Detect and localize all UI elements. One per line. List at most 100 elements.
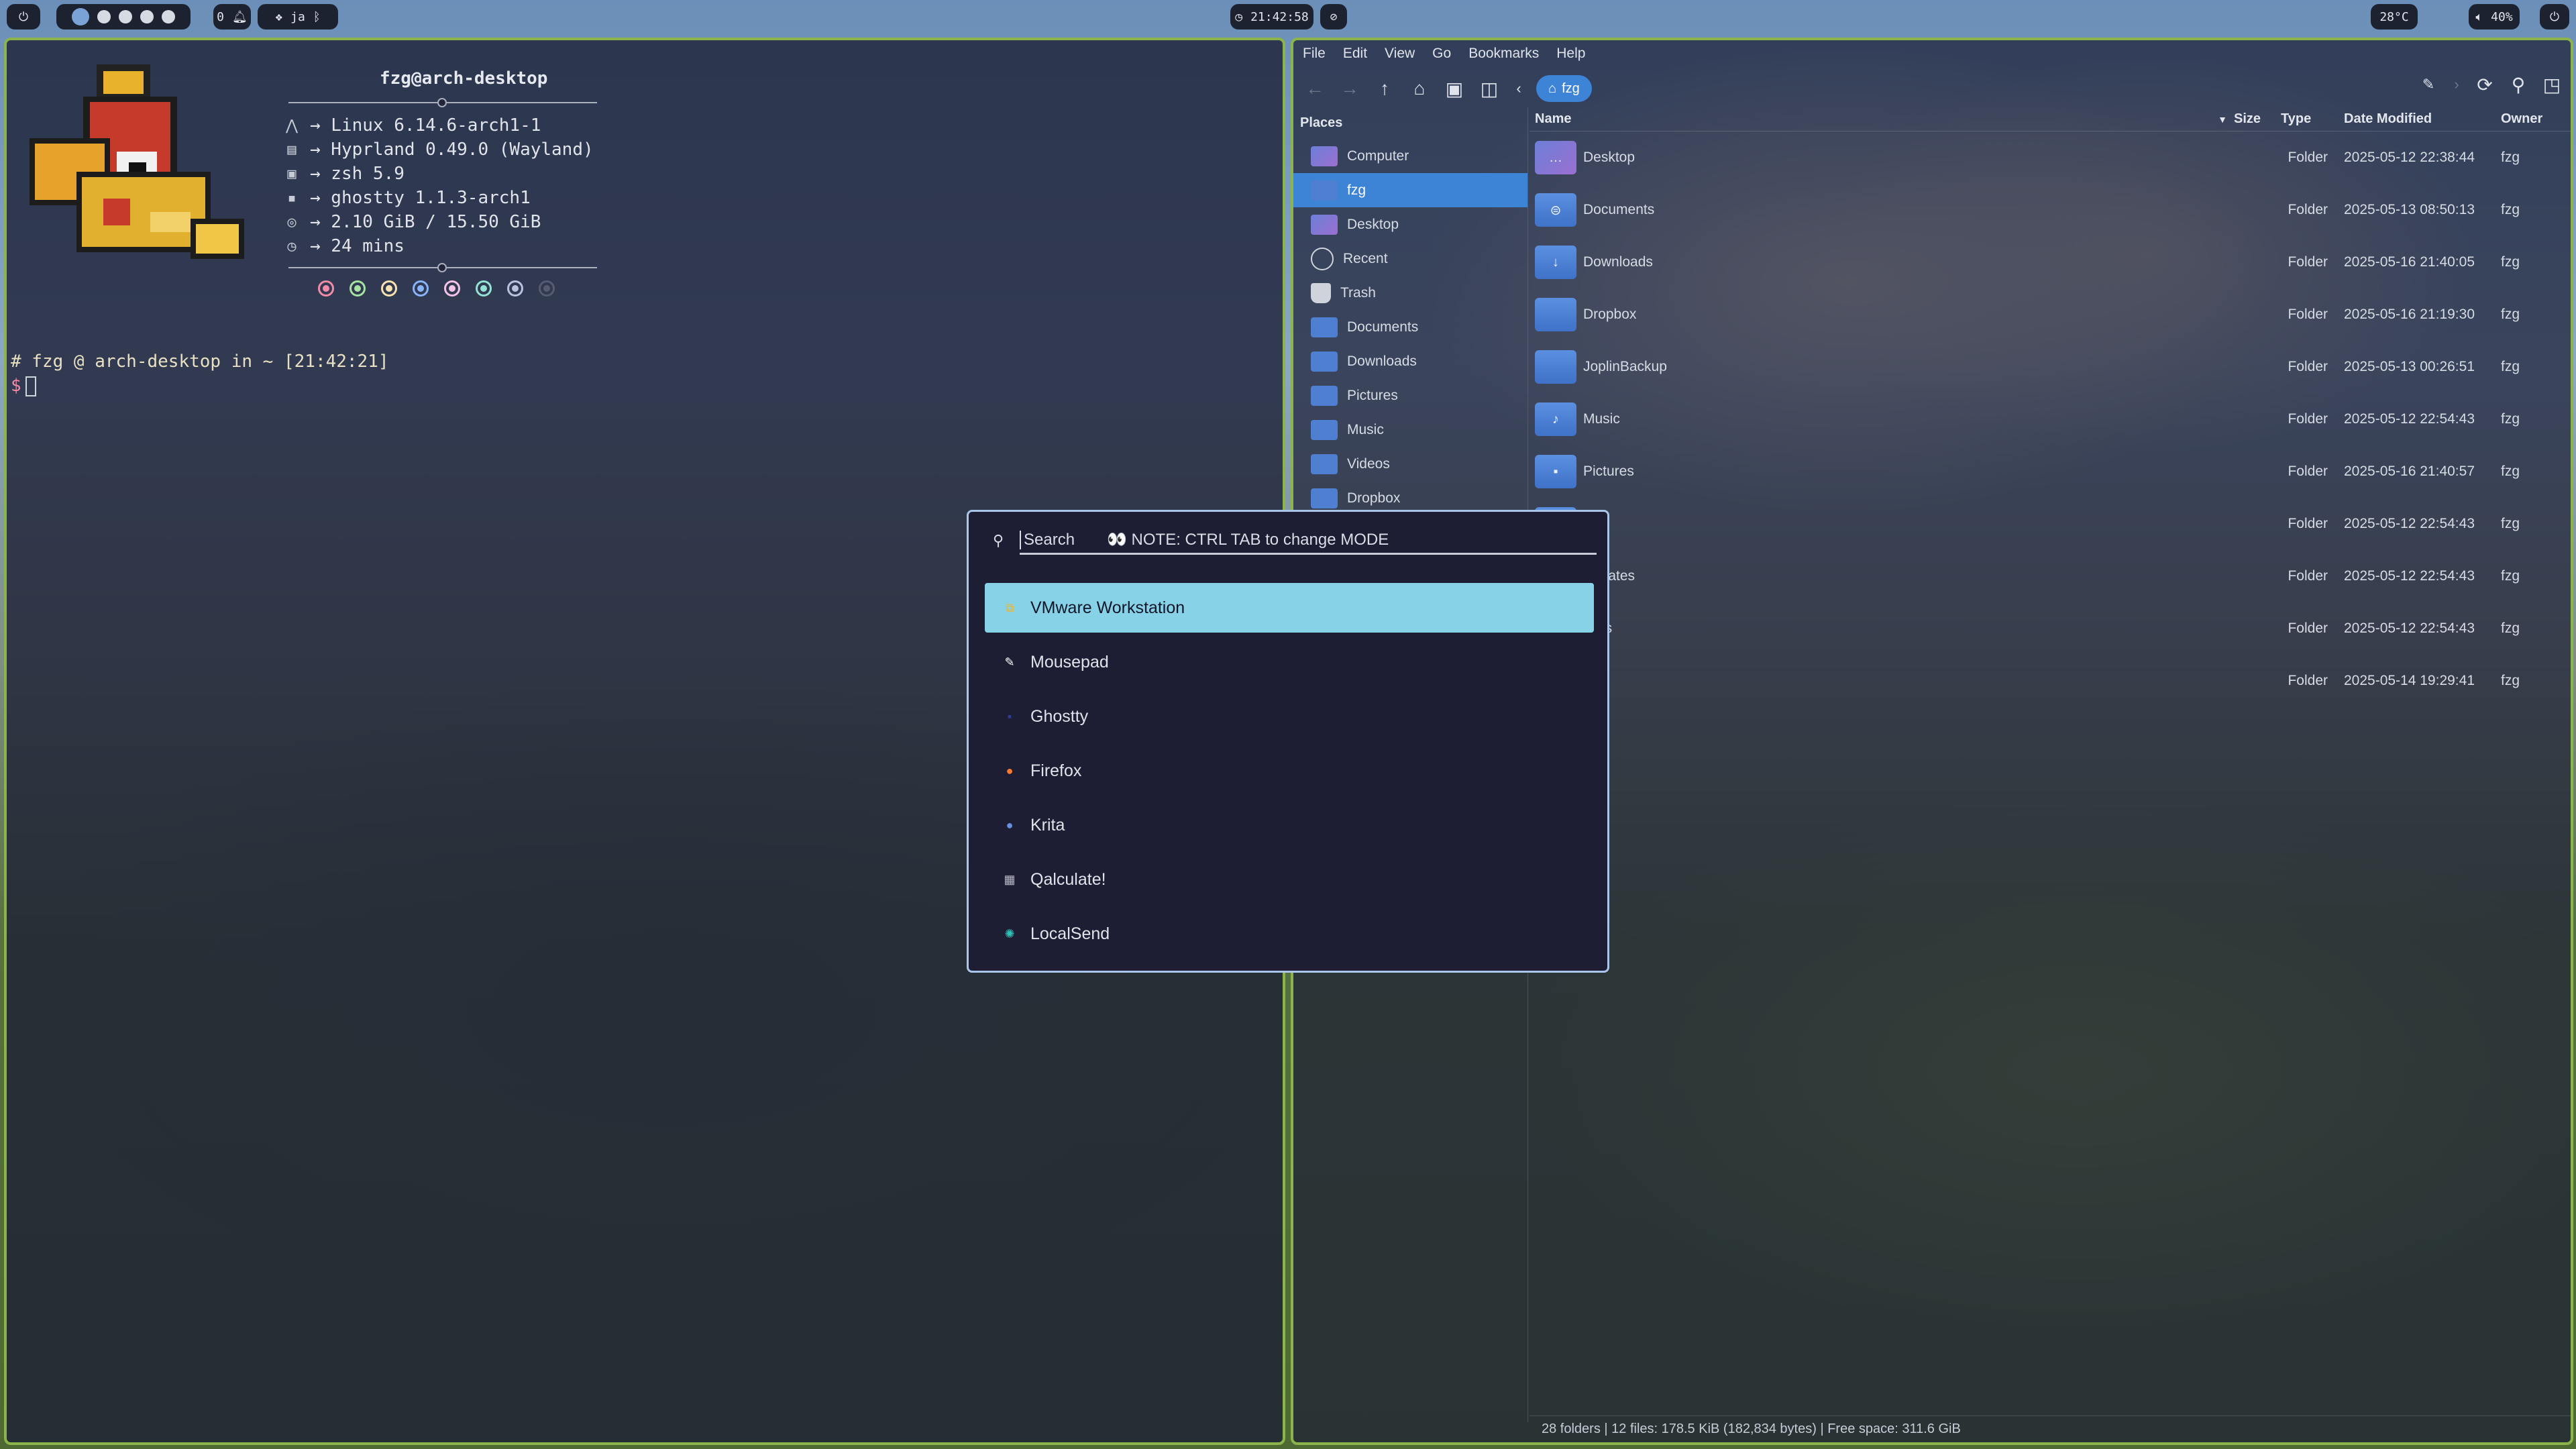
split-view-icon[interactable]: ◫ xyxy=(1477,76,1501,101)
neofetch-title: fzg@arch-desktop xyxy=(380,68,548,89)
column-size[interactable]: Size xyxy=(2234,111,2274,127)
chevron-right-icon[interactable]: › xyxy=(2450,72,2463,97)
menu-file[interactable]: File xyxy=(1303,46,1326,62)
info-terminal: ▪ → ghostty 1.1.3-arch1 xyxy=(283,188,530,208)
place-label: Videos xyxy=(1347,455,1390,472)
column-date[interactable]: Date Modified xyxy=(2334,111,2496,127)
place-item-pictures[interactable]: Pictures xyxy=(1293,378,1527,413)
column-owner[interactable]: Owner xyxy=(2496,111,2549,127)
menu-go[interactable]: Go xyxy=(1432,46,1451,62)
place-item-trash[interactable]: Trash xyxy=(1293,276,1527,310)
place-label: Dropbox xyxy=(1347,490,1401,506)
place-item-fzg[interactable]: fzg xyxy=(1293,173,1527,207)
launcher-item-firefox[interactable]: ● Firefox xyxy=(985,746,1594,796)
search-icon[interactable]: ⚲ xyxy=(2506,72,2530,97)
workspace-5[interactable] xyxy=(162,10,175,23)
file-row[interactable]: …icFolder2025-05-12 22:54:43fzg xyxy=(1529,498,2571,550)
file-row[interactable]: ⊜ Documents Folder 2025-05-13 08:50:13 fzg xyxy=(1529,184,2571,236)
chevron-left-icon[interactable]: ‹ xyxy=(1512,76,1525,101)
launcher-item-ghostty[interactable]: ▪ Ghostty xyxy=(985,692,1594,741)
power-button[interactable]: ⏻ xyxy=(2540,4,2569,30)
launcher-item-krita[interactable]: ● Krita xyxy=(985,800,1594,850)
file-row[interactable]: Dropbox Folder 2025-05-16 21:19:30 fzg xyxy=(1529,288,2571,341)
workspace-3[interactable] xyxy=(119,10,132,23)
computer-icon xyxy=(1311,146,1338,166)
bluetooth-icon[interactable]: ᛒ xyxy=(313,10,321,24)
volume[interactable]: 🔈︎ 40% xyxy=(2469,4,2520,30)
menu-bookmarks[interactable]: Bookmarks xyxy=(1468,46,1539,62)
file-date: 2025-05-12 22:54:43 xyxy=(2344,516,2475,531)
forward-arrow-icon[interactable]: → xyxy=(1338,76,1362,101)
menu-view[interactable]: View xyxy=(1385,46,1415,62)
reload-icon[interactable]: ⟳ xyxy=(2473,72,2497,97)
home-icon[interactable]: ⌂ xyxy=(1407,76,1432,101)
file-row[interactable]: ▪ Pictures Folder 2025-05-16 21:40:57 fzg xyxy=(1529,445,2571,498)
edit-path-icon[interactable]: ✎ xyxy=(2416,72,2440,97)
launcher-item-vmware-workstation[interactable]: ⧉ VMware Workstation xyxy=(985,583,1594,633)
file-date: 2025-05-12 22:38:44 xyxy=(2344,150,2475,165)
file-row[interactable]: …platesFolder2025-05-12 22:54:43fzg xyxy=(1529,550,2571,602)
workspace-2[interactable] xyxy=(97,10,111,23)
launcher-item-qalculate[interactable]: ▦ Qalculate! xyxy=(985,855,1594,904)
dropbox-tray-icon[interactable]: ❖ xyxy=(275,10,282,24)
info-uptime: ◷ → 24 mins xyxy=(283,236,405,256)
launcher-item-label: VMware Workstation xyxy=(1030,598,1185,617)
file-date: 2025-05-13 00:26:51 xyxy=(2344,359,2475,374)
place-item-videos[interactable]: Videos xyxy=(1293,447,1527,481)
volume-text: 40% xyxy=(2491,9,2513,24)
place-label: fzg xyxy=(1347,182,1366,198)
file-list: Name ▼ Size Type Date Modified Owner … Des… xyxy=(1529,107,2571,1422)
menu-help[interactable]: Help xyxy=(1556,46,1585,62)
place-item-computer[interactable]: Computer xyxy=(1293,139,1527,173)
file-owner: fzg xyxy=(2501,254,2520,270)
qalculate-icon: ▦ xyxy=(1004,872,1016,886)
file-type: Folder xyxy=(2288,254,2328,270)
notifications-button[interactable]: 0 🔔︎ xyxy=(213,4,251,30)
palette-dot xyxy=(381,280,397,297)
lang-indicator[interactable]: ja xyxy=(290,10,305,24)
launcher-item-localsend[interactable]: ✺ LocalSend xyxy=(985,909,1594,959)
file-row[interactable]: ♪ Music Folder 2025-05-12 22:54:43 fzg xyxy=(1529,393,2571,445)
file-name: Pictures xyxy=(1583,464,1634,479)
clock-icon: ◷ xyxy=(287,237,297,255)
file-owner: fzg xyxy=(2501,621,2520,636)
workspace-4[interactable] xyxy=(140,10,154,23)
place-label: Trash xyxy=(1340,284,1376,301)
computer-icon[interactable]: ▣ xyxy=(1442,76,1466,101)
folder-icon: ♪ xyxy=(1535,402,1576,436)
arch-menu-button[interactable]: ⏻ xyxy=(7,4,40,30)
back-arrow-icon[interactable]: ← xyxy=(1303,76,1327,101)
file-name: Documents xyxy=(1583,202,1655,217)
clock[interactable]: ◷ 21:42:58 xyxy=(1230,4,1313,30)
file-owner: fzg xyxy=(2501,150,2520,165)
up-arrow-icon[interactable]: ↑ xyxy=(1373,76,1397,101)
breadcrumb-home[interactable]: ⌂ fzg xyxy=(1536,75,1592,102)
mode-note: 👀 NOTE: CTRL TAB to change MODE xyxy=(1107,531,1389,549)
launcher-item-label: LocalSend xyxy=(1030,924,1110,943)
column-type[interactable]: Type xyxy=(2274,111,2334,127)
idle-inhibitor-button[interactable]: ⊘ xyxy=(1320,4,1347,30)
documents-icon xyxy=(1311,317,1338,337)
prompt-input[interactable]: $ xyxy=(11,376,36,396)
terminal-here-icon[interactable]: ◳ xyxy=(2540,72,2564,97)
file-row[interactable]: JoplinBackup Folder 2025-05-13 00:26:51 fzg xyxy=(1529,341,2571,393)
menu-edit[interactable]: Edit xyxy=(1343,46,1367,62)
terminal-icon: ▪ xyxy=(287,189,297,207)
file-row[interactable]: …osFolder2025-05-12 22:54:43fzg xyxy=(1529,602,2571,655)
place-item-recent[interactable]: Recent xyxy=(1293,241,1527,276)
file-row[interactable]: Folder 2025-05-14 19:29:41 fzg xyxy=(1529,655,2571,707)
launcher-item-mousepad[interactable]: ✎ Mousepad xyxy=(985,637,1594,687)
file-name: Dropbox xyxy=(1583,307,1637,322)
column-name[interactable]: Name ▼ xyxy=(1529,111,2234,127)
weather[interactable]: 28°C xyxy=(2371,4,2418,30)
file-row[interactable]: ↓ Downloads Folder 2025-05-16 21:40:05 fzg xyxy=(1529,236,2571,288)
file-row[interactable]: … Desktop Folder 2025-05-12 22:38:44 fzg xyxy=(1529,131,2571,184)
palette-dot xyxy=(444,280,460,297)
workspace-1[interactable] xyxy=(72,8,89,25)
place-item-documents[interactable]: Documents xyxy=(1293,310,1527,344)
place-item-music[interactable]: Music xyxy=(1293,413,1527,447)
place-item-downloads[interactable]: Downloads xyxy=(1293,344,1527,378)
place-item-desktop[interactable]: Desktop xyxy=(1293,207,1527,241)
file-type: Folder xyxy=(2288,359,2328,374)
search-input[interactable] xyxy=(1020,530,1100,549)
